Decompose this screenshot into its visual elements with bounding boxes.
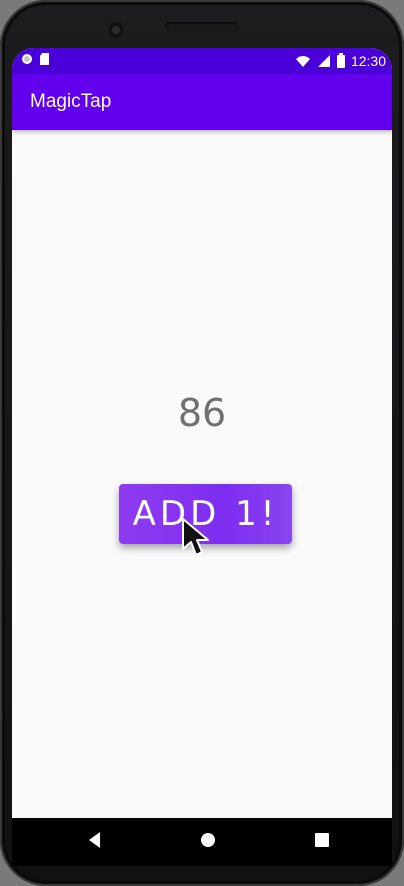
recent-apps-icon[interactable] [313,830,331,850]
system-navigation-bar [12,818,392,866]
phone-screen: 12:30 MagicTap 86 ADD 1! [12,48,392,818]
app-bar: MagicTap [12,74,392,130]
status-left-icons [22,53,49,65]
status-bar: 12:30 [12,48,392,74]
home-icon[interactable] [199,830,217,850]
tap-counter: 86 [177,391,227,435]
sd-card-icon [40,53,49,65]
status-time: 12:30 [350,53,386,69]
status-right-icons: 12:30 [295,52,386,70]
battery-icon [336,52,345,68]
wifi-icon [295,56,310,67]
back-icon[interactable] [86,830,102,850]
phone-frame: 12:30 MagicTap 86 ADD 1! [0,0,404,886]
front-camera-icon [108,22,124,38]
app-title: MagicTap [30,91,112,112]
record-icon [22,54,32,64]
mouse-pointer-icon [182,518,209,556]
speaker-grille [165,22,239,32]
signal-icon [317,55,330,67]
